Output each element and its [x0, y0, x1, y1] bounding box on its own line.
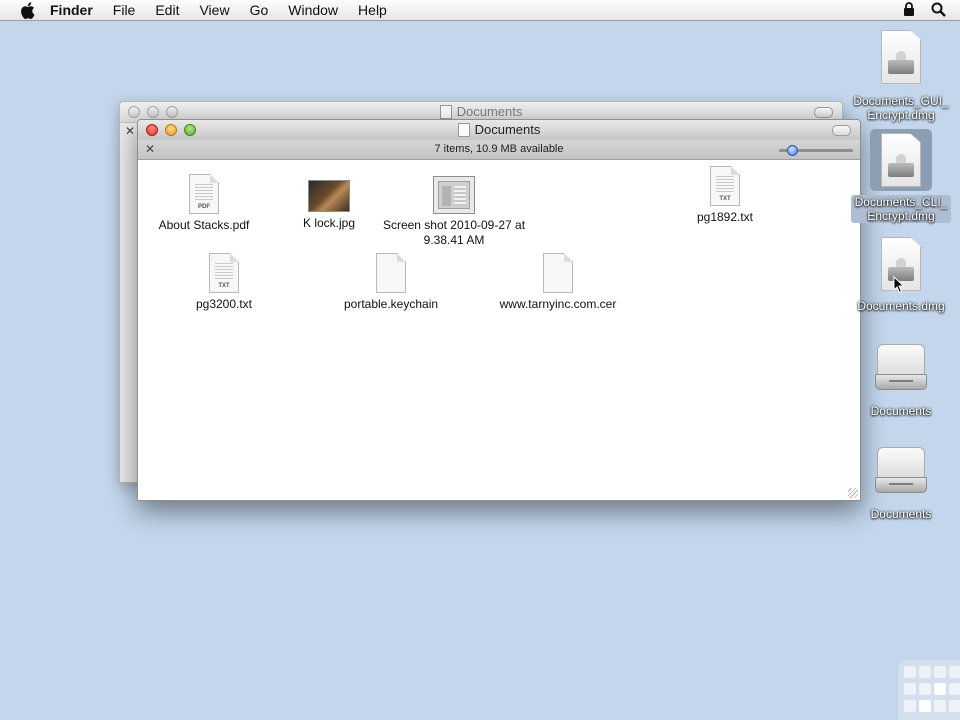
- status-text: 7 items, 10.9 MB available: [434, 143, 564, 155]
- finder-window[interactable]: Documents ✕ 7 items, 10.9 MB available P…: [137, 119, 861, 501]
- generic-document-icon: [543, 253, 573, 293]
- toolbar-toggle-button[interactable]: [814, 107, 833, 118]
- desktop-item-documents-volume[interactable]: Documents: [851, 443, 951, 521]
- menu-window[interactable]: Window: [288, 2, 338, 18]
- file-screenshot[interactable]: Screen shot 2010-09-27 at 9.38.41 AM: [379, 176, 529, 248]
- menu-help[interactable]: Help: [358, 2, 387, 18]
- file-pg3200-txt[interactable]: TXT pg3200.txt: [149, 253, 299, 312]
- file-label: pg1892.txt: [696, 210, 754, 224]
- disk-image-icon: [881, 133, 921, 187]
- desktop-item-documents-dmg[interactable]: Documents.dmg: [851, 237, 951, 313]
- menu-extras: [903, 1, 946, 20]
- file-label: www.tarnyinc.com.cer: [499, 297, 617, 311]
- title-bar[interactable]: Documents: [138, 120, 860, 140]
- hard-drive-icon: [875, 443, 927, 495]
- apple-icon[interactable]: [18, 1, 36, 19]
- window-title-text: Documents: [456, 104, 523, 119]
- file-portable-keychain[interactable]: portable.keychain: [316, 253, 466, 312]
- desktop-item-label: Documents.dmg: [857, 299, 945, 313]
- spaces-grid-icon[interactable]: [898, 660, 960, 720]
- menu-finder[interactable]: Finder: [50, 2, 93, 18]
- menu-go[interactable]: Go: [250, 2, 269, 18]
- window-title: Documents: [138, 122, 860, 137]
- menu-view[interactable]: View: [199, 2, 229, 18]
- lock-icon[interactable]: [903, 1, 915, 20]
- file-certificate[interactable]: www.tarnyinc.com.cer: [483, 253, 633, 312]
- file-label: Screen shot 2010-09-27 at 9.38.41 AM: [382, 218, 526, 247]
- desktop-item-label: Documents: [870, 507, 932, 521]
- icon-size-slider[interactable]: [779, 145, 853, 156]
- desktop-item-cli-encrypt-dmg[interactable]: Documents_CLI_Encrypt.dmg: [851, 129, 951, 223]
- menu-edit[interactable]: Edit: [155, 2, 179, 18]
- spotlight-search-icon[interactable]: [931, 2, 946, 20]
- file-label: portable.keychain: [343, 297, 439, 311]
- menu-file[interactable]: File: [113, 2, 136, 18]
- hard-drive-icon: [875, 340, 927, 392]
- selection-highlight: [870, 129, 932, 191]
- pin-icon[interactable]: ✕: [125, 124, 135, 138]
- folder-proxy-icon[interactable]: [457, 122, 470, 137]
- menu-bar: Finder File Edit View Go Window Help: [0, 0, 960, 21]
- desktop-item-label: Documents: [870, 404, 932, 418]
- desktop-item-label: Documents_GUI_Encrypt.dmg: [853, 94, 949, 122]
- screenshot-thumbnail-icon: [433, 176, 475, 214]
- status-bar: ✕ 7 items, 10.9 MB available: [138, 140, 860, 160]
- window-title: Documents: [120, 104, 842, 119]
- file-pg1892-txt[interactable]: TXT pg1892.txt: [650, 166, 800, 225]
- desktop-item-documents-volume[interactable]: Documents: [851, 340, 951, 418]
- slider-knob[interactable]: [787, 145, 798, 156]
- toolbar-toggle-button[interactable]: [832, 125, 851, 136]
- disk-image-icon: [881, 30, 921, 84]
- pdf-document-icon: PDF: [189, 174, 219, 214]
- window-title-text: Documents: [474, 122, 541, 137]
- mouse-cursor-icon: [893, 276, 905, 294]
- desktop-item-label: Documents_CLI_Encrypt.dmg: [851, 195, 951, 223]
- generic-document-icon: [376, 253, 406, 293]
- folder-proxy-icon[interactable]: [439, 104, 452, 119]
- text-document-icon: TXT: [209, 253, 239, 293]
- desktop-item-gui-encrypt-dmg[interactable]: Documents_GUI_Encrypt.dmg: [851, 30, 951, 122]
- image-thumbnail-icon: [308, 180, 350, 212]
- text-document-icon: TXT: [710, 166, 740, 206]
- file-label: pg3200.txt: [195, 297, 253, 311]
- icon-view[interactable]: PDF About Stacks.pdf K lock.jpg Screen s…: [138, 160, 860, 500]
